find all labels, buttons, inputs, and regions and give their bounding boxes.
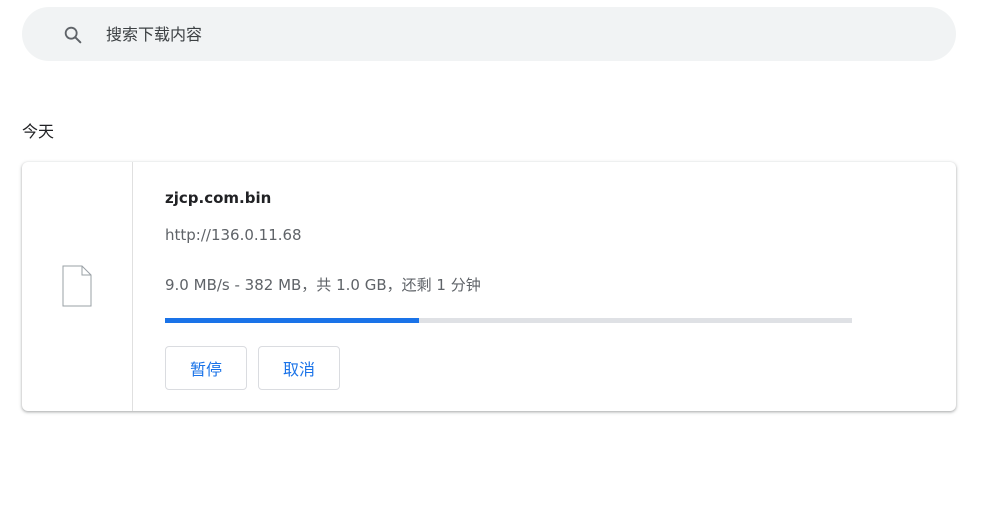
pause-button[interactable]: 暂停 [165,346,247,390]
search-input[interactable] [106,7,926,61]
cancel-button[interactable]: 取消 [258,346,340,390]
progress-bar [165,318,852,323]
download-item: zjcp.com.bin http://136.0.11.68 9.0 MB/s… [22,162,956,411]
file-name[interactable]: zjcp.com.bin [165,189,271,207]
search-bar[interactable] [22,7,956,61]
date-section-header: 今天 [22,122,55,141]
search-icon[interactable] [62,24,84,46]
download-status: 9.0 MB/s - 382 MB，共 1.0 GB，还剩 1 分钟 [165,276,481,294]
file-icon [62,265,92,307]
file-icon-column [22,162,133,411]
progress-fill [165,318,420,323]
file-url[interactable]: http://136.0.11.68 [165,226,302,244]
